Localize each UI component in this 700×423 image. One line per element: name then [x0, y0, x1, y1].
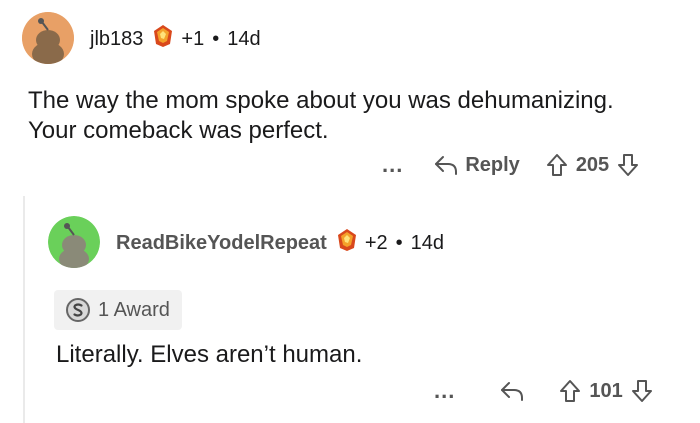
- reply-arrow-icon: [501, 382, 524, 401]
- avatar[interactable]: [22, 12, 74, 64]
- vote-score: 101: [589, 379, 623, 402]
- reply-actions: ... 101: [434, 376, 653, 406]
- reply-button[interactable]: [499, 380, 525, 402]
- comment-text-line: The way the mom spoke about you was dehu…: [28, 87, 614, 114]
- avatar[interactable]: [48, 216, 100, 268]
- user-karma: +1: [181, 27, 205, 50]
- reply-button[interactable]: Reply: [433, 153, 520, 177]
- comment-text-line: Your comeback was perfect.: [28, 117, 329, 144]
- username-link[interactable]: jlb183: [90, 28, 143, 51]
- comment-age: 14d: [410, 231, 445, 254]
- more-options-button[interactable]: ...: [382, 152, 403, 178]
- comment-meta: jlb183 +1 • 14d: [90, 24, 261, 54]
- fire-crystal-icon: [151, 24, 175, 54]
- vote-score: 205: [575, 153, 610, 176]
- downvote-arrow-icon: [618, 154, 639, 176]
- award-chip[interactable]: 1 Award: [54, 290, 182, 330]
- snoo-avatar-icon: [48, 216, 100, 268]
- downvote-button[interactable]: [617, 153, 639, 177]
- thread-line[interactable]: [23, 196, 25, 423]
- upvote-button[interactable]: [546, 153, 568, 177]
- username-link[interactable]: ReadBikeYodelRepeat: [116, 232, 327, 255]
- downvote-button[interactable]: [631, 379, 653, 403]
- reply-label: Reply: [465, 153, 520, 176]
- fire-crystal-icon: [335, 228, 359, 258]
- upvote-arrow-icon: [546, 154, 567, 176]
- award-label: 1 Award: [98, 298, 170, 321]
- reply-arrow-icon: [435, 156, 458, 175]
- snoo-avatar-icon: [22, 12, 74, 64]
- separator-dot: •: [395, 231, 403, 254]
- upvote-arrow-icon: [560, 380, 581, 402]
- separator-dot: •: [212, 27, 220, 50]
- more-options-button[interactable]: ...: [434, 378, 455, 404]
- upvote-button[interactable]: [559, 379, 581, 403]
- reply-meta: ReadBikeYodelRepeat +2 • 14d: [116, 228, 444, 258]
- comment-age: 14d: [227, 27, 261, 50]
- comment-body: Literally. Elves aren’t human.: [56, 340, 676, 370]
- comment-body: The way the mom spoke about you was dehu…: [28, 86, 688, 146]
- user-karma: +2: [364, 231, 388, 254]
- silver-award-icon: [66, 298, 90, 322]
- downvote-arrow-icon: [631, 380, 652, 402]
- comment-actions: ... Reply 205: [382, 150, 639, 180]
- comment-text-line: Literally. Elves aren’t human.: [56, 341, 363, 368]
